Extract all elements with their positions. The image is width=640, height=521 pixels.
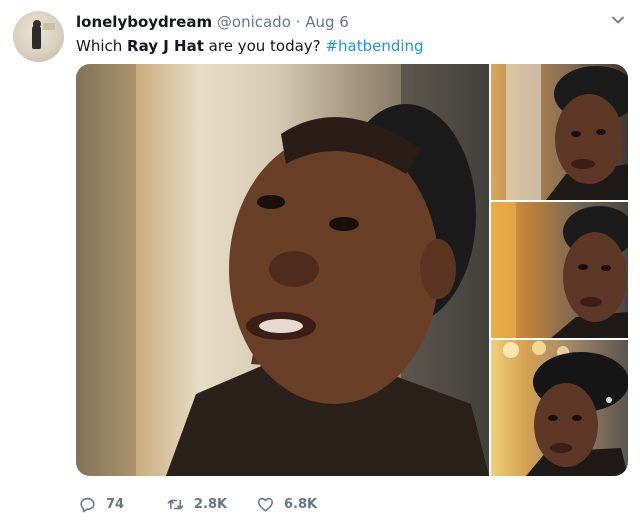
photo-thumbnail-3[interactable] <box>491 340 628 476</box>
media-grid <box>76 64 628 476</box>
photo-main[interactable] <box>76 64 489 476</box>
like-button[interactable]: 6.8K <box>256 495 317 514</box>
avatar-figure <box>32 25 41 49</box>
retweet-count: 2.8K <box>194 497 228 512</box>
reply-icon <box>80 497 95 513</box>
tweet-text-bold: Ray J Hat <box>127 37 204 55</box>
reply-button[interactable]: 74 <box>78 495 124 514</box>
retweet-button[interactable]: 2.8K <box>166 495 227 514</box>
photo-thumbnail-2[interactable] <box>491 202 628 338</box>
hashtag-link[interactable]: #hatbending <box>325 37 423 55</box>
user-handle[interactable]: @onicado <box>217 13 291 31</box>
display-name[interactable]: lonelyboydream <box>76 13 212 31</box>
like-count: 6.8K <box>284 497 318 512</box>
reply-count: 74 <box>106 497 125 512</box>
tweet-text-end: are you today? <box>203 37 326 55</box>
avatar[interactable] <box>13 11 64 62</box>
tweet-text: Which Ray J Hat are you today? #hatbendi… <box>76 37 424 56</box>
tweet-header: lonelyboydream @onicado · Aug 6 <box>76 13 349 31</box>
separator-dot: · <box>295 13 301 31</box>
timestamp[interactable]: Aug 6 <box>305 13 349 31</box>
retweet-icon <box>167 499 184 510</box>
avatar-sign <box>43 23 55 30</box>
photo-thumbnail-1[interactable] <box>491 64 628 200</box>
tweet-text-start: Which <box>76 37 128 55</box>
heart-icon <box>258 497 273 512</box>
chevron-down-icon[interactable] <box>611 13 625 27</box>
